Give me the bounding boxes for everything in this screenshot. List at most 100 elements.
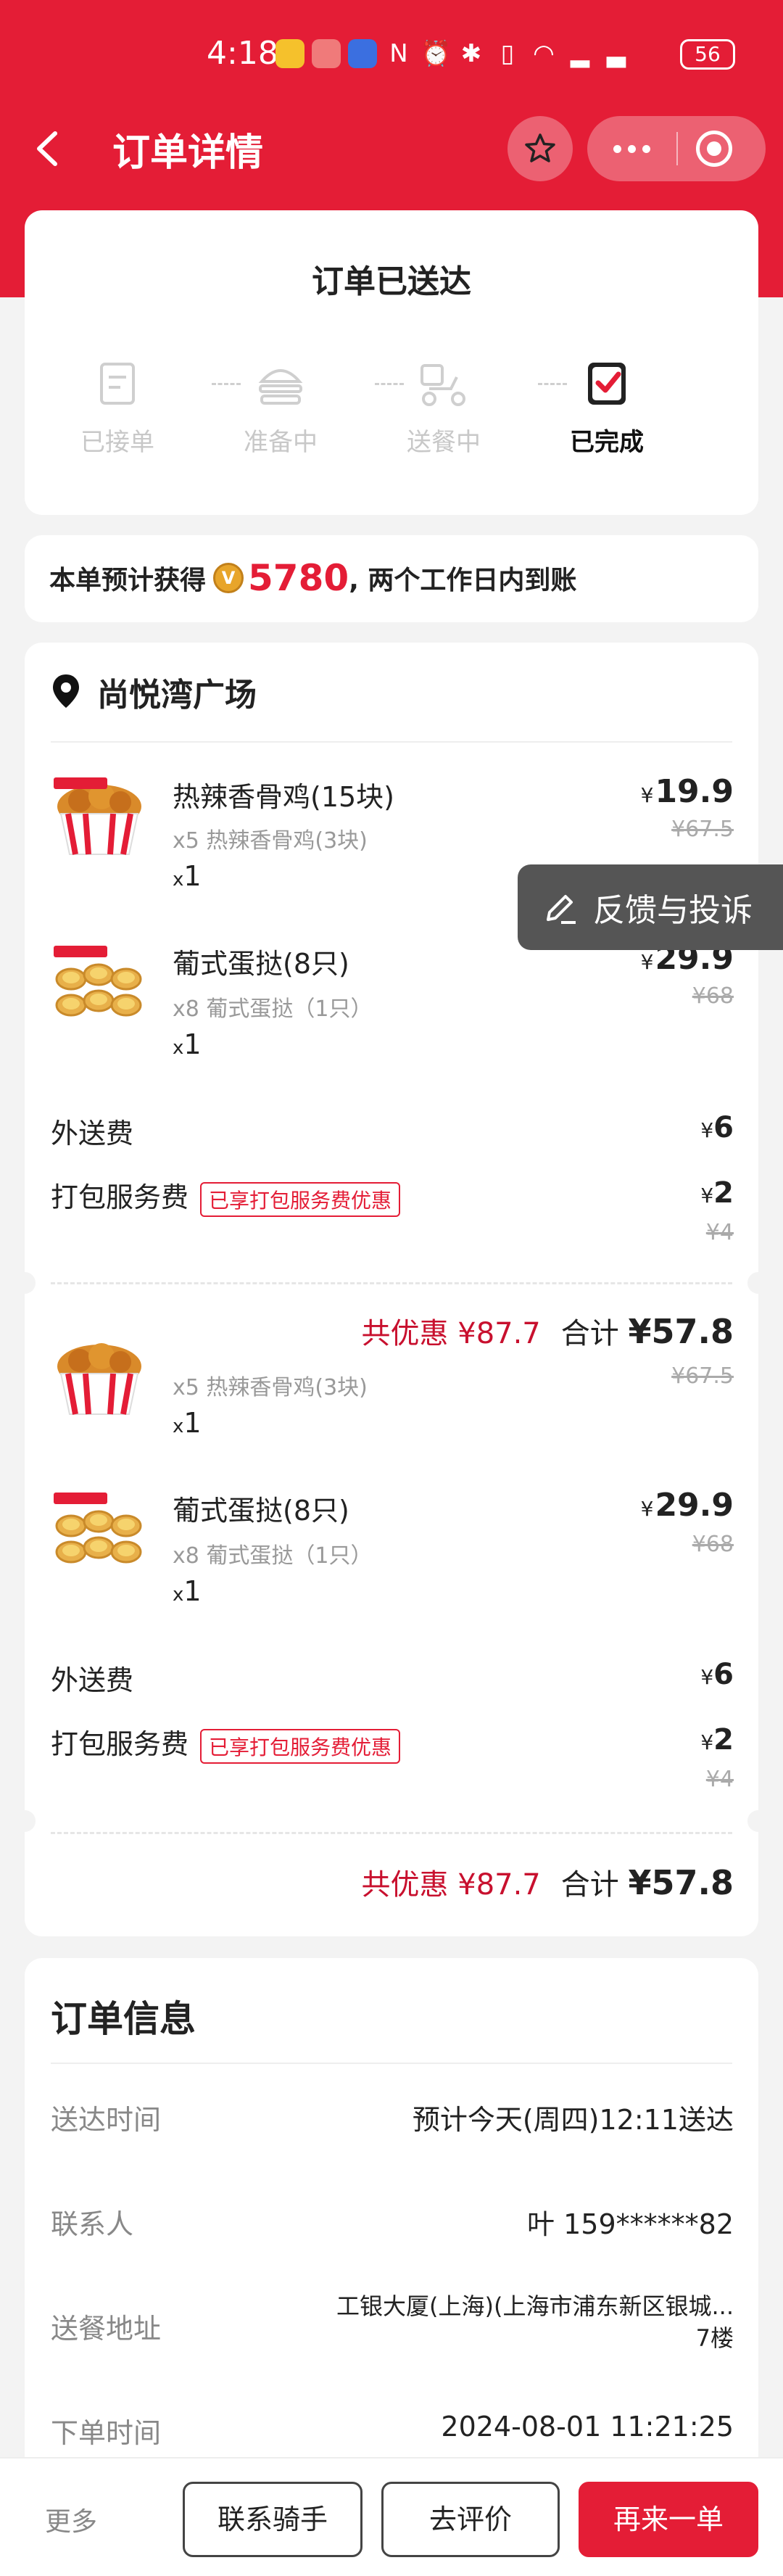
item-price: ¥29.9 [641,1487,734,1524]
item-original-price: ¥67.5 [671,817,734,842]
packing-fee-text: 打包服务费 [51,1181,189,1213]
location-pin-icon [53,674,79,708]
price-value: 6 [713,1111,734,1144]
total-discount: 共优惠 ¥87.7 [361,1317,541,1350]
item-original-price: ¥68 [692,983,734,1009]
total-amount: ¥57.8 [628,1312,734,1351]
more-button[interactable]: 更多 [45,2501,97,2538]
step-preparing: 准备中 [223,355,339,458]
chicken-bucket-image [57,1343,141,1415]
total-row: 共优惠 ¥87.7 合计 ¥57.8 [362,1861,734,1903]
pencil-icon [547,895,576,924]
egg-tart-image [54,946,142,1017]
item-name: 热辣香骨鸡(15块) [173,781,395,813]
price-value: 2 [713,1176,734,1210]
ticket-notch [14,1272,36,1294]
page-title: 订单详情 [112,131,264,175]
battery-icon: 56 [680,39,735,70]
quantity-x: x [173,869,184,891]
step-accepted: 已接单 [59,355,175,458]
address-value: 工银大厦(上海)(上海市浦东新区银城... [336,2292,734,2320]
title-bar: 订单详情 [0,109,783,189]
delivery-fee-label: 外送费 [51,1118,134,1149]
currency: ¥ [640,783,654,807]
status-bar: 4:18 N ⏰ ✱ ▯ ◠ ▂ ▃ 56 [0,29,783,87]
price-value: 29.9 [655,1487,734,1524]
quantity-x: x [173,1584,184,1606]
packing-fee-original: ¥4 [705,1767,734,1792]
burger-icon [252,355,310,413]
item-quantity: x1 [173,1407,202,1439]
item-original-price: ¥67.5 [671,1363,734,1389]
step-label: 准备中 [244,428,318,457]
weibo-app-icon [276,39,304,68]
currency: ¥ [700,1118,714,1142]
alarm-icon: ⏰ [420,39,452,68]
miniapp-capsule [587,116,766,181]
price-value: 2 [713,1723,734,1756]
quantity-value: 1 [183,1028,202,1060]
feedback-button[interactable]: 反馈与投诉 [518,864,783,950]
currency: ¥ [700,1730,714,1754]
bluetooth-icon: ✱ [460,39,482,68]
price-value: 19.9 [655,773,734,810]
contact-rider-button[interactable]: 联系骑手 [183,2482,362,2557]
packing-fee-price: ¥2 [700,1723,734,1756]
status-time: 4:18 [207,35,278,72]
store-name: 尚悦湾广场 [97,677,257,714]
order-items-card: 尚悦湾广场 热辣香骨鸡(15块) x5 热辣香骨鸡(3块) x1 ¥19.9 ¥… [14,643,769,1936]
egg-tart-image [54,1493,142,1564]
item-quantity: x1 [173,860,202,892]
capsule-divider [676,132,678,165]
delivery-fee-price: ¥6 [700,1111,734,1144]
packing-fee-label: 打包服务费 已享打包服务费优惠 [51,1722,401,1764]
price-value: 6 [713,1658,734,1691]
ticket-notch [14,1810,36,1832]
contact-value: 叶 159******82 [527,2208,734,2240]
wifi-icon: ◠ [533,39,555,68]
item-detail: x8 葡式蛋挞（1只） [173,1543,373,1569]
quantity-x: x [173,1416,184,1437]
packing-fee-label: 打包服务费 已享打包服务费优惠 [51,1175,401,1217]
quantity-value: 1 [183,860,202,892]
item-price: ¥19.9 [641,773,734,810]
currency: ¥ [700,1184,714,1208]
coin-icon: V [213,563,244,593]
order-info-title: 订单信息 [51,1998,196,2040]
more-options-button[interactable] [587,116,676,181]
divider [51,2063,732,2064]
contact-label: 联系人 [51,2208,134,2240]
points-amount: 5780 [248,557,349,599]
star-icon [525,133,555,162]
order-time-value: 2024-08-01 11:21:25 [441,2411,734,2443]
currency: ¥ [640,950,654,974]
currency: ¥ [700,1665,714,1689]
dot-icon [613,145,621,153]
points-suffix: , 两个工作日内到账 [349,566,577,595]
quantity-x: x [173,1037,184,1059]
item-name: 葡式蛋挞(8只) [173,1495,349,1527]
completed-check-icon [578,355,636,413]
step-delivering: 送餐中 [386,355,502,458]
nfc-icon: N [389,39,408,68]
review-button[interactable]: 去评价 [381,2482,560,2557]
back-button[interactable] [23,123,74,174]
receipt-icon [88,355,146,413]
item-original-price: ¥68 [692,1532,734,1557]
target-icon [707,141,721,156]
reorder-button[interactable]: 再来一单 [579,2482,758,2557]
address-floor: 7楼 [695,2324,734,2352]
chevron-left-icon [37,131,57,166]
total-label: 合计 [560,1868,619,1902]
item-quantity: x1 [173,1575,202,1607]
signal-4g-icon-2: ▃ [606,39,626,68]
favorite-button[interactable] [508,116,573,181]
status-icons: N ⏰ ✱ ▯ ◠ ▂ ▃ [276,39,631,68]
divider [51,741,732,743]
packing-fee-original: ¥4 [705,1220,734,1245]
step-completed: 已完成 [549,355,665,458]
delivery-fee-label: 外送费 [51,1664,134,1696]
item-detail: x5 热辣香骨鸡(3块) [173,1375,368,1400]
close-miniapp-button[interactable] [696,131,732,167]
packing-fee-text: 打包服务费 [51,1728,189,1760]
